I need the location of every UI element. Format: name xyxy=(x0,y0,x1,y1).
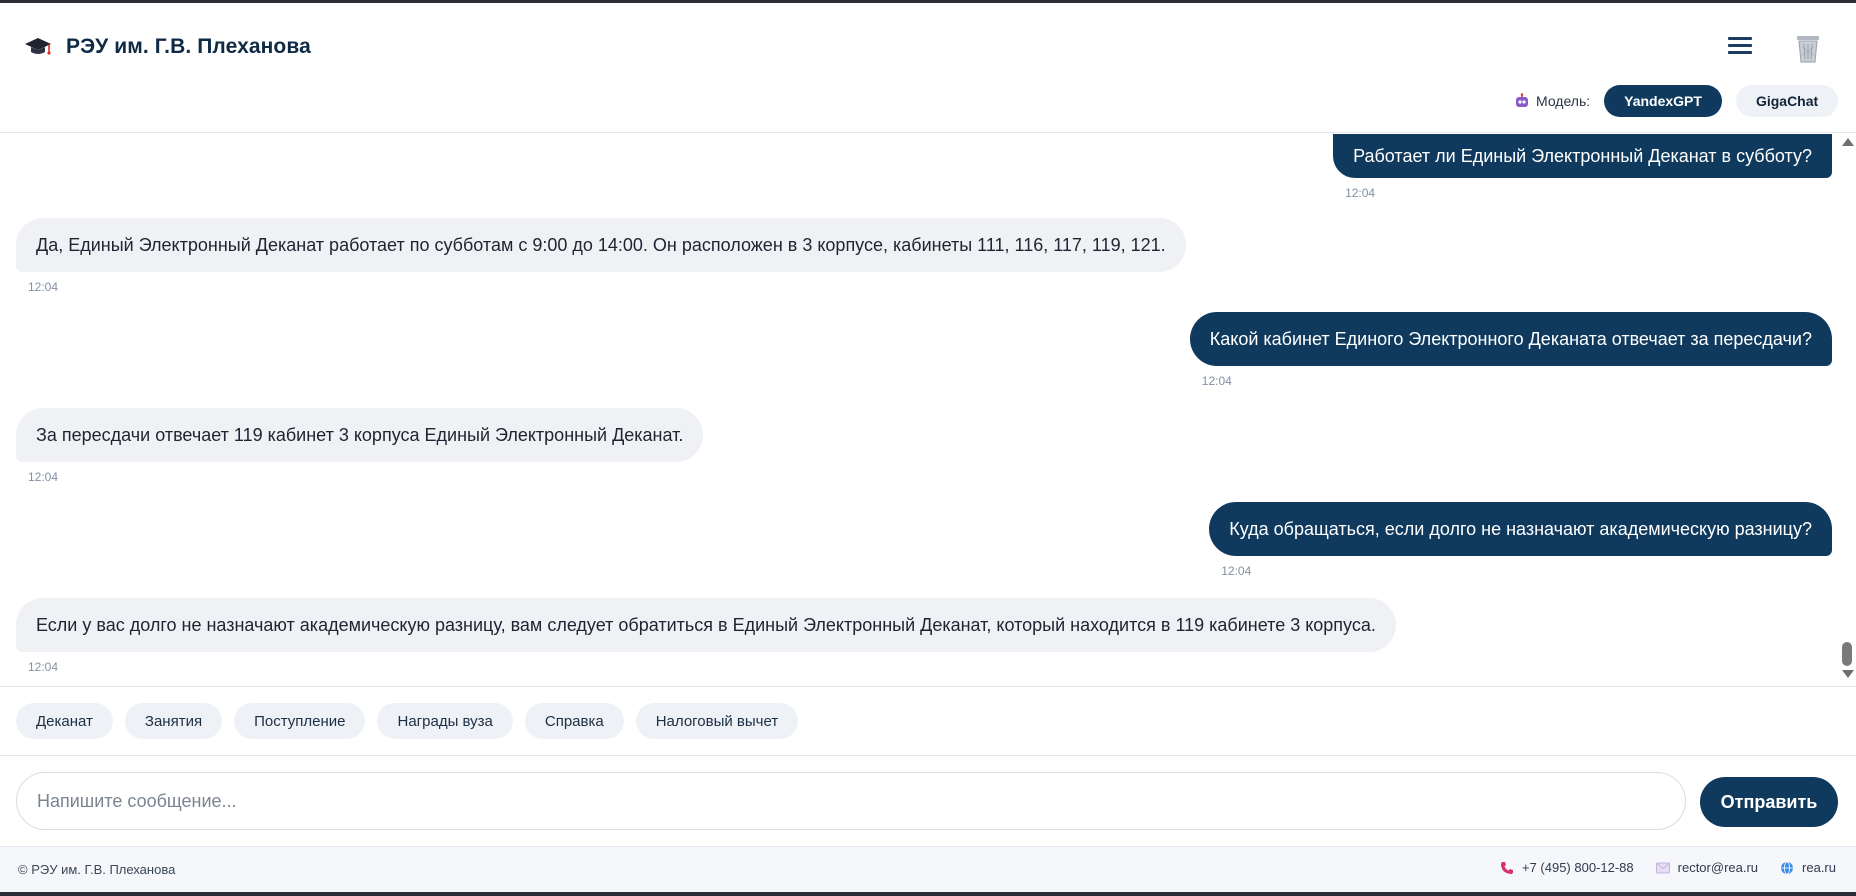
copyright: © РЭУ им. Г.В. Плеханова xyxy=(18,862,176,877)
phone-contact[interactable]: +7 (495) 800-12-88 xyxy=(1500,860,1634,875)
message-time: 12:04 xyxy=(28,280,59,294)
envelope-icon xyxy=(1655,862,1670,873)
contacts: +7 (495) 800-12-88 rector@rea.ru rea.ru xyxy=(1500,860,1836,875)
email-address: rector@rea.ru xyxy=(1677,860,1759,875)
graduation-cap-icon xyxy=(24,35,52,59)
menu-button[interactable] xyxy=(1726,33,1754,63)
bot-message: Да, Единый Электронный Деканат работает … xyxy=(16,218,1186,294)
topic-chip-dekanat[interactable]: Деканат xyxy=(16,703,113,739)
hamburger-menu-icon xyxy=(1728,37,1752,40)
message-time: 12:04 xyxy=(28,470,59,484)
model-option-yandexgpt[interactable]: YandexGPT xyxy=(1604,85,1722,117)
message-input[interactable] xyxy=(16,772,1686,830)
brand: РЭУ им. Г.В. Плеханова xyxy=(24,35,311,59)
clear-chat-button[interactable] xyxy=(1794,33,1822,65)
message-time: 12:04 xyxy=(1345,186,1376,200)
topic-chip-nagrady[interactable]: Награды вуза xyxy=(377,703,513,739)
model-option-gigachat[interactable]: GigaChat xyxy=(1735,85,1839,117)
model-label: Модель: xyxy=(1536,93,1591,109)
chat-messages[interactable]: Работает ли Единый Электронный Деканат в… xyxy=(0,134,1856,686)
app-title: РЭУ им. Г.В. Плеханова xyxy=(66,35,311,58)
composer: Отправить xyxy=(0,756,1856,846)
app-header: РЭУ им. Г.В. Плеханова Модель: YandexGPT… xyxy=(0,3,1856,133)
message-bubble: Куда обращаться, если долго не назначают… xyxy=(1209,502,1832,556)
bot-message: Если у вас долго не назначают академичес… xyxy=(16,598,1396,674)
message-bubble: Да, Единый Электронный Деканат работает … xyxy=(16,218,1186,272)
trash-bin-icon xyxy=(1797,36,1819,63)
message-bubble: Если у вас долго не назначают академичес… xyxy=(16,598,1396,652)
message-time: 12:04 xyxy=(1201,374,1232,388)
user-message: Работает ли Единый Электронный Деканат в… xyxy=(1333,134,1832,200)
globe-icon xyxy=(1781,861,1794,874)
robot-icon xyxy=(1516,93,1528,107)
window-bottom-edge xyxy=(0,892,1856,896)
topic-chip-postuplenie[interactable]: Поступление xyxy=(234,703,366,739)
user-message: Какой кабинет Единого Электронного Декан… xyxy=(1189,312,1832,388)
message-time: 12:04 xyxy=(1221,564,1252,578)
message-time: 12:04 xyxy=(28,660,59,674)
email-contact[interactable]: rector@rea.ru xyxy=(1655,860,1759,875)
quick-topics: Деканат Занятия Поступление Награды вуза… xyxy=(0,686,1856,756)
message-bubble: Какой кабинет Единого Электронного Декан… xyxy=(1189,312,1832,366)
chat-scrollbar[interactable] xyxy=(1838,134,1856,686)
user-message: Куда обращаться, если долго не назначают… xyxy=(1209,502,1832,578)
bot-message: За пересдачи отвечает 119 кабинет 3 корп… xyxy=(16,408,704,484)
scroll-down-arrow-icon[interactable] xyxy=(1842,670,1854,678)
topic-chip-nalogovyi-vychet[interactable]: Налоговый вычет xyxy=(635,703,799,739)
topic-chip-spravka[interactable]: Справка xyxy=(524,703,624,739)
message-bubble: За пересдачи отвечает 119 кабинет 3 корп… xyxy=(16,408,704,462)
website-link: rea.ru xyxy=(1802,860,1836,875)
website-contact[interactable]: rea.ru xyxy=(1780,860,1836,875)
footer: © РЭУ им. Г.В. Плеханова +7 (495) 800-12… xyxy=(0,846,1856,892)
scroll-thumb[interactable] xyxy=(1842,642,1852,666)
phone-number: +7 (495) 800-12-88 xyxy=(1521,860,1634,875)
phone-icon xyxy=(1500,861,1513,874)
scroll-up-arrow-icon[interactable] xyxy=(1842,138,1854,146)
send-button[interactable]: Отправить xyxy=(1700,777,1838,827)
model-selector: Модель: YandexGPT GigaChat xyxy=(1514,85,1839,117)
message-bubble: Работает ли Единый Электронный Деканат в… xyxy=(1333,134,1832,178)
topic-chip-zanyatiya[interactable]: Занятия xyxy=(124,703,223,739)
